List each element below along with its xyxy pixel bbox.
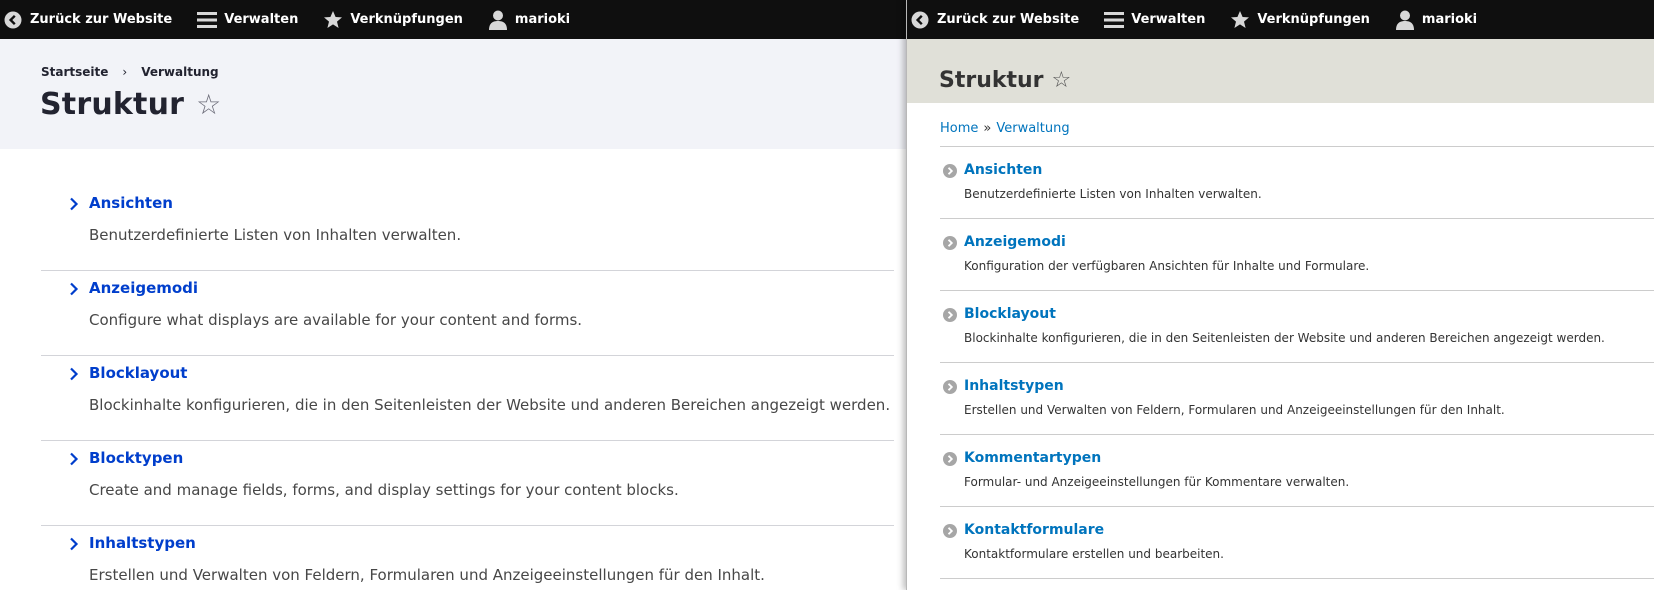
admin-list: Ansichten Benutzerdefinierte Listen von … xyxy=(940,146,1654,579)
list-item: Kommentartypen Formular- und Anzeigeeins… xyxy=(940,435,1654,507)
chevron-circle-icon xyxy=(943,308,957,322)
list-item-link[interactable]: Anzeigemodi xyxy=(89,279,198,297)
chevron-right-icon xyxy=(67,451,81,466)
page-title: Struktur xyxy=(939,68,1044,93)
star-icon xyxy=(322,9,344,31)
list-item-description: Kontaktformulare erstellen und bearbeite… xyxy=(964,547,1224,561)
page-header: Struktur ☆ xyxy=(907,39,1654,103)
list-item: Blocktypen Create and manage fields, for… xyxy=(41,441,894,526)
list-item: Anzeigemodi Konfiguration der verfügbare… xyxy=(940,219,1654,291)
list-item-description: Configure what displays are available fo… xyxy=(89,311,583,329)
toolbar-back-to-site[interactable]: Zurück zur Website xyxy=(909,9,1079,31)
toolbar-manage[interactable]: Verwalten xyxy=(1103,9,1205,31)
list-item-link[interactable]: Ansichten xyxy=(964,162,1042,178)
list-item: Ansichten Benutzerdefinierte Listen von … xyxy=(940,147,1654,219)
star-icon xyxy=(1229,9,1251,31)
breadcrumb-separator: » xyxy=(983,121,992,136)
list-item-description: Benutzerdefinierte Listen von Inhalten v… xyxy=(89,226,462,244)
breadcrumb-home-link[interactable]: Startseite xyxy=(41,65,108,79)
breadcrumb-admin-link[interactable]: Verwaltung xyxy=(141,65,218,79)
toolbar-back-to-site[interactable]: Zurück zur Website xyxy=(2,9,172,31)
toolbar-item-label: Verknüpfungen xyxy=(350,12,463,27)
list-item-description: Benutzerdefinierte Listen von Inhalten v… xyxy=(964,187,1262,201)
user-icon xyxy=(1394,9,1416,31)
toolbar-item-label: Verwalten xyxy=(224,12,299,27)
shortcut-star-icon[interactable]: ☆ xyxy=(196,90,221,119)
list-item-link[interactable]: Kontaktformulare xyxy=(964,522,1104,538)
user-icon xyxy=(487,9,509,31)
admin-list: Ansichten Benutzerdefinierte Listen von … xyxy=(41,186,894,590)
list-item-link[interactable]: Anzeigemodi xyxy=(964,234,1066,250)
list-item: Anzeigemodi Configure what displays are … xyxy=(41,271,894,356)
toolbar-user[interactable]: marioki xyxy=(487,9,570,31)
chevron-right-icon xyxy=(67,366,81,381)
list-item: Inhaltstypen Erstellen und Verwalten von… xyxy=(41,526,894,590)
list-item: Kontaktformulare Kontaktformulare erstel… xyxy=(940,507,1654,579)
list-item-link[interactable]: Blocklayout xyxy=(964,306,1056,322)
list-item: Blocklayout Blockinhalte konfigurieren, … xyxy=(940,291,1654,363)
chevron-circle-icon xyxy=(943,452,957,466)
list-item-description: Blockinhalte konfigurieren, die in den S… xyxy=(964,331,1605,345)
breadcrumb-separator: › xyxy=(122,65,128,79)
back-arrow-icon xyxy=(2,9,24,31)
list-item-description: Erstellen und Verwalten von Feldern, For… xyxy=(964,403,1505,417)
chevron-circle-icon xyxy=(943,524,957,538)
list-item-description: Konfiguration der verfügbaren Ansichten … xyxy=(964,259,1370,273)
page-title-row: Struktur ☆ xyxy=(939,68,1071,93)
list-item-link[interactable]: Inhaltstypen xyxy=(89,534,196,552)
left-pane: Zurück zur Website Verwalten Verknüpfung… xyxy=(0,0,906,590)
right-pane: Zurück zur Website Verwalten Verknüpfung… xyxy=(906,0,1654,590)
breadcrumb-admin-link[interactable]: Verwaltung xyxy=(996,121,1069,136)
hamburger-menu-icon xyxy=(196,9,218,31)
list-item-description: Blockinhalte konfigurieren, die in den S… xyxy=(89,396,891,414)
breadcrumb: Startseite › Verwaltung xyxy=(41,65,219,79)
breadcrumb: Home » Verwaltung xyxy=(940,121,1070,136)
list-item: Blocklayout Blockinhalte konfigurieren, … xyxy=(41,356,894,441)
list-item-description: Erstellen und Verwalten von Feldern, For… xyxy=(89,566,765,584)
list-item-link[interactable]: Ansichten xyxy=(89,194,173,212)
list-item-link[interactable]: Blocklayout xyxy=(89,364,187,382)
back-arrow-icon xyxy=(909,9,931,31)
page-title-row: Struktur ☆ xyxy=(40,87,221,122)
admin-toolbar: Zurück zur Website Verwalten Verknüpfung… xyxy=(907,0,1654,39)
page-header: Startseite › Verwaltung Struktur ☆ xyxy=(0,39,906,149)
hamburger-menu-icon xyxy=(1103,9,1125,31)
chevron-right-icon xyxy=(67,281,81,296)
toolbar-user[interactable]: marioki xyxy=(1394,9,1477,31)
toolbar-item-label: marioki xyxy=(1421,12,1478,27)
list-item: Inhaltstypen Erstellen und Verwalten von… xyxy=(940,363,1654,435)
toolbar-item-label: Zurück zur Website xyxy=(937,12,1080,27)
chevron-right-icon xyxy=(67,536,81,551)
list-item: Ansichten Benutzerdefinierte Listen von … xyxy=(41,186,894,271)
toolbar-item-label: Verknüpfungen xyxy=(1257,12,1370,27)
page-title: Struktur xyxy=(40,87,185,122)
chevron-right-icon xyxy=(67,196,81,211)
chevron-circle-icon xyxy=(943,380,957,394)
toolbar-shortcuts[interactable]: Verknüpfungen xyxy=(1229,9,1370,31)
list-item-link[interactable]: Kommentartypen xyxy=(964,450,1101,466)
list-item-link[interactable]: Blocktypen xyxy=(89,449,183,467)
admin-toolbar: Zurück zur Website Verwalten Verknüpfung… xyxy=(0,0,906,39)
list-item-description: Create and manage fields, forms, and dis… xyxy=(89,481,679,499)
toolbar-item-label: marioki xyxy=(514,12,571,27)
shortcut-star-icon[interactable]: ☆ xyxy=(1052,69,1072,92)
chevron-circle-icon xyxy=(943,164,957,178)
list-item-link[interactable]: Inhaltstypen xyxy=(964,378,1064,394)
chevron-circle-icon xyxy=(943,236,957,250)
toolbar-shortcuts[interactable]: Verknüpfungen xyxy=(322,9,463,31)
breadcrumb-home-link[interactable]: Home xyxy=(940,121,978,136)
toolbar-item-label: Zurück zur Website xyxy=(30,12,173,27)
list-item-description: Formular- und Anzeigeeinstellungen für K… xyxy=(964,475,1350,489)
toolbar-manage[interactable]: Verwalten xyxy=(196,9,298,31)
toolbar-item-label: Verwalten xyxy=(1131,12,1206,27)
